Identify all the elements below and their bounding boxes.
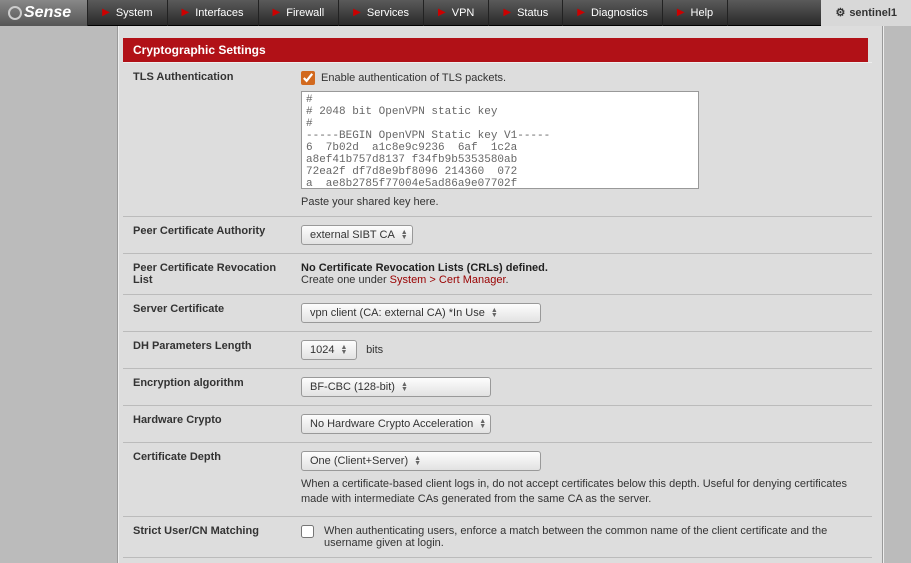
chevron-right-icon: ▶ [677,7,685,18]
dh-select[interactable]: 1024 ▲▼ [301,340,357,360]
server-cert-value: vpn client (CA: external CA) *In Use [310,307,485,319]
tls-auth-checkbox-label: Enable authentication of TLS packets. [321,72,506,84]
chevron-right-icon: ▶ [577,7,585,18]
hostname-icon: ⚙ [835,6,845,19]
cert-manager-link[interactable]: System > Cert Manager [390,274,506,286]
row-depth: Certificate Depth One (Client+Server) ▲▼… [123,443,872,517]
select-stepper-icon: ▲▼ [401,382,408,392]
settings-table: TLS Authentication Enable authentication… [123,62,872,558]
tls-auth-checkbox[interactable] [301,71,315,85]
crl-create-line: Create one under System > Cert Manager. [301,274,862,286]
row-tls-auth: TLS Authentication Enable authentication… [123,63,872,217]
brand-icon [8,6,22,20]
select-stepper-icon: ▲▼ [401,230,408,240]
enc-label: Encryption algorithm [123,369,291,406]
server-cert-label: Server Certificate [123,295,291,332]
nav-firewall-label: Firewall [286,7,324,19]
nav-interfaces-label: Interfaces [195,7,243,19]
nav-vpn[interactable]: ▶ VPN [424,0,489,26]
peer-crl-label: Peer Certificate Revocation List [123,254,291,295]
strict-label: Strict User/CN Matching [123,516,291,557]
row-peer-crl: Peer Certificate Revocation List No Cert… [123,254,872,295]
right-gutter [883,26,911,563]
chevron-right-icon: ▶ [503,7,511,18]
peer-ca-value: external SIBT CA [310,229,395,241]
row-server-cert: Server Certificate vpn client (CA: exter… [123,295,872,332]
nav-system-label: System [116,7,153,19]
left-gutter [0,26,118,563]
nav-menu: ▶System ▶Interfaces ▶Firewall ▶Services … [88,0,821,26]
peer-ca-select[interactable]: external SIBT CA ▲▼ [301,225,413,245]
hostname-badge[interactable]: ⚙ sentinel1 [821,0,911,26]
dh-value: 1024 [310,344,334,356]
select-stepper-icon: ▲▼ [491,308,498,318]
chevron-right-icon: ▶ [353,7,361,18]
chevron-right-icon: ▶ [102,7,110,18]
depth-select[interactable]: One (Client+Server) ▲▼ [301,451,541,471]
hostname-text: sentinel1 [849,7,897,19]
dh-suffix: bits [366,344,383,356]
row-peer-ca: Peer Certificate Authority external SIBT… [123,217,872,254]
row-strict: Strict User/CN Matching When authenticat… [123,516,872,557]
nav-services[interactable]: ▶ Services [339,0,424,26]
crl-none-text: No Certificate Revocation Lists (CRLs) d… [301,262,862,274]
brand-logo: Sense [0,0,88,26]
nav-system[interactable]: ▶ System [88,0,167,26]
nav-diagnostics-label: Diagnostics [591,7,648,19]
hw-value: No Hardware Crypto Acceleration [310,418,473,430]
nav-firewall[interactable]: ▶ Firewall [259,0,340,26]
nav-vpn-label: VPN [452,7,475,19]
nav-diagnostics[interactable]: ▶ Diagnostics [563,0,663,26]
hw-label: Hardware Crypto [123,406,291,443]
panel-header: Cryptographic Settings [123,38,868,62]
nav-help-label: Help [691,7,714,19]
nav-status[interactable]: ▶ Status [489,0,563,26]
hw-select[interactable]: No Hardware Crypto Acceleration ▲▼ [301,414,491,434]
strict-description: When authenticating users, enforce a mat… [324,525,862,549]
tls-key-textarea[interactable] [301,91,699,189]
crl-create-prefix: Create one under [301,274,390,286]
depth-label: Certificate Depth [123,443,291,517]
nav-help[interactable]: ▶ Help [663,0,728,26]
depth-value: One (Client+Server) [310,455,408,467]
select-stepper-icon: ▲▼ [340,345,347,355]
strict-checkbox[interactable] [301,525,314,538]
panel-title: Cryptographic Settings [133,43,266,57]
crl-create-suffix: . [506,274,509,286]
server-cert-select[interactable]: vpn client (CA: external CA) *In Use ▲▼ [301,303,541,323]
enc-value: BF-CBC (128-bit) [310,381,395,393]
peer-ca-label: Peer Certificate Authority [123,217,291,254]
chevron-right-icon: ▶ [182,7,190,18]
depth-description: When a certificate-based client logs in,… [301,477,862,508]
nav-interfaces[interactable]: ▶ Interfaces [168,0,259,26]
row-dh: DH Parameters Length 1024 ▲▼ bits [123,332,872,369]
nav-status-label: Status [517,7,548,19]
top-nav: Sense ▶ System ▶ Interfaces ▶ Firewall ▶ Ser… [0,0,911,26]
tls-auth-label: TLS Authentication [123,63,291,217]
row-enc: Encryption algorithm BF-CBC (128-bit) ▲▼ [123,369,872,406]
main-content: Cryptographic Settings TLS Authenticatio… [118,26,883,563]
chevron-right-icon: ▶ [438,7,446,18]
dh-label: DH Parameters Length [123,332,291,369]
select-stepper-icon: ▲▼ [414,456,421,466]
chevron-right-icon: ▶ [273,7,281,18]
enc-select[interactable]: BF-CBC (128-bit) ▲▼ [301,377,491,397]
select-stepper-icon: ▲▼ [479,419,486,429]
row-hw: Hardware Crypto No Hardware Crypto Accel… [123,406,872,443]
tls-key-hint: Paste your shared key here. [301,196,862,208]
nav-services-label: Services [367,7,409,19]
brand-text: Sense [24,4,71,22]
